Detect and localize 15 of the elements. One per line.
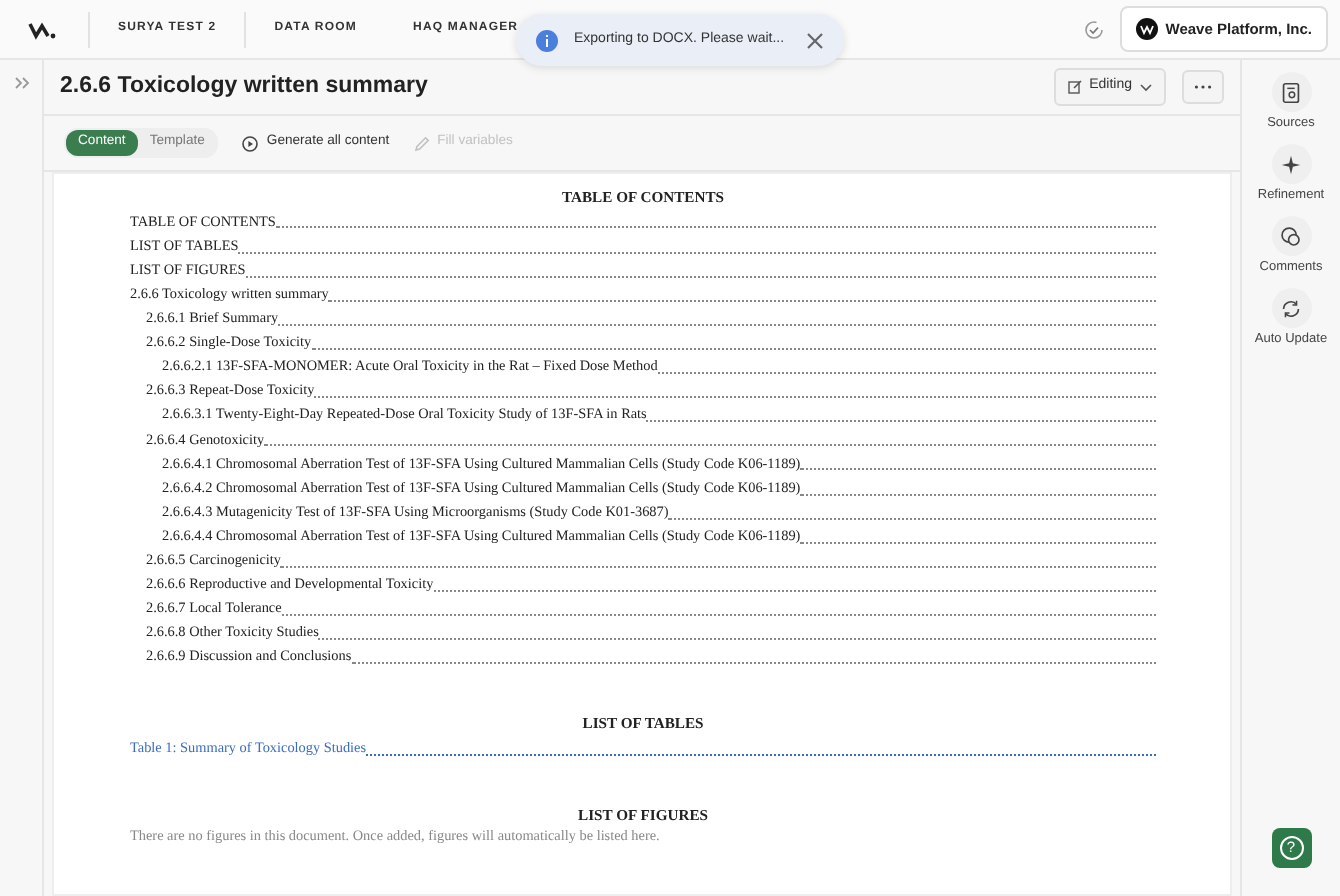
logo-icon[interactable]	[28, 19, 56, 39]
edit-icon	[1067, 80, 1082, 94]
sync-status-icon	[1083, 19, 1104, 39]
document-title: 2.6.6 Toxicology written summary	[60, 73, 430, 101]
refresh-icon	[1278, 295, 1304, 322]
close-icon[interactable]	[806, 31, 824, 49]
more-icon	[1194, 83, 1212, 90]
comments-icon	[1278, 223, 1304, 250]
pencil-icon	[413, 135, 430, 151]
organization-logo-icon	[1135, 18, 1158, 40]
document-search-icon	[1278, 79, 1304, 105]
info-icon	[536, 29, 558, 51]
caret-icon	[1140, 83, 1152, 91]
play-icon	[242, 135, 259, 151]
expand-sidebar-icon[interactable]	[13, 76, 29, 90]
